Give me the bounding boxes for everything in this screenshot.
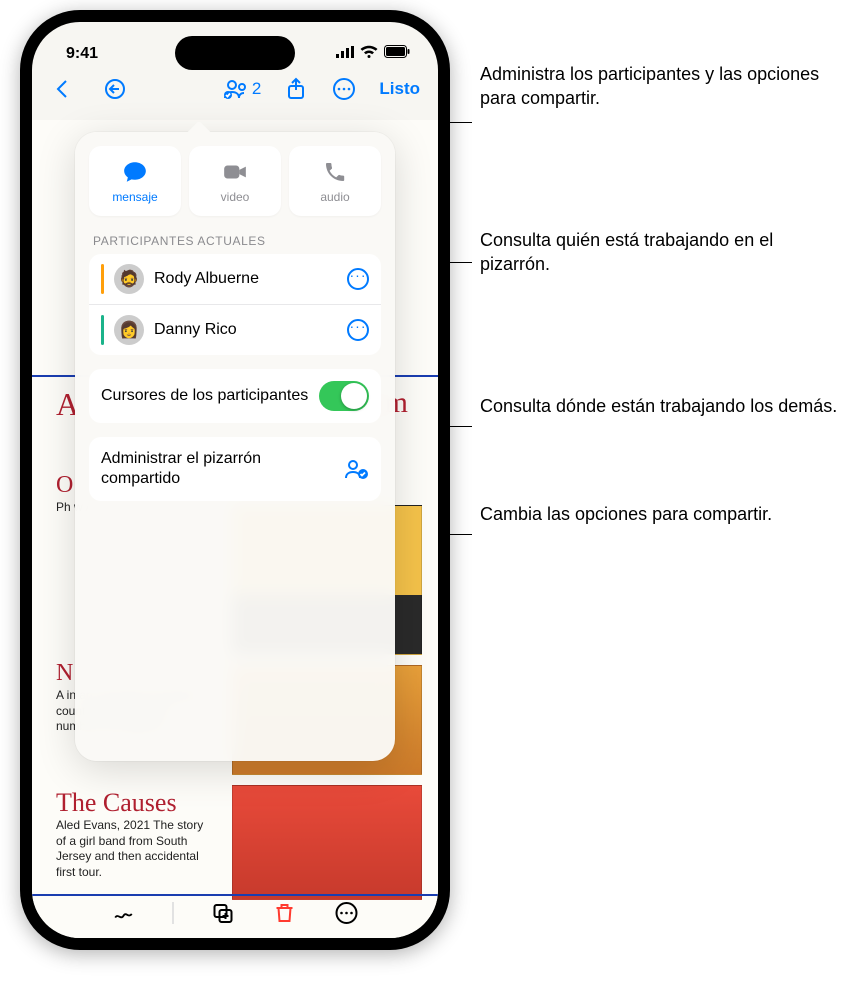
participant-more-button[interactable]: ··· — [347, 319, 369, 341]
audio-label: audio — [320, 190, 349, 204]
participant-row[interactable]: 🧔 Rody Albuerne ··· — [89, 254, 381, 304]
collaboration-icon — [343, 456, 369, 482]
dynamic-island — [175, 36, 295, 70]
toolbar-divider — [173, 902, 174, 924]
manage-label: Administrar el pizarrón compartido — [101, 449, 333, 489]
participants-button[interactable]: 2 — [223, 78, 261, 100]
message-label: mensaje — [112, 190, 157, 204]
video-icon — [221, 158, 249, 186]
more-button[interactable] — [331, 76, 357, 102]
participants-list: 🧔 Rody Albuerne ··· 👩 Danny Rico ··· — [89, 254, 381, 355]
top-toolbar: 2 Listo — [32, 72, 438, 120]
message-icon — [121, 158, 149, 186]
audio-button[interactable]: audio — [289, 146, 381, 216]
board-note2-title: N — [56, 660, 73, 687]
cursors-toggle-row[interactable]: Cursores de los participantes — [89, 369, 381, 423]
board-note3-body: Aled Evans, 2021 The story of a girl ban… — [56, 818, 216, 880]
screen: 9:41 — [32, 22, 438, 938]
phone-icon — [321, 158, 349, 186]
battery-icon — [384, 45, 410, 63]
collaboration-popover: mensaje video audio PARTICIPANTES ACTUAL… — [75, 132, 395, 761]
board-divider — [32, 894, 438, 896]
board-note1-title: O — [56, 472, 73, 499]
callout-participants: Consulta quién está trabajando en el piz… — [480, 228, 840, 277]
video-button[interactable]: video — [189, 146, 281, 216]
callout-cursors: Consulta dónde están trabajando los demá… — [480, 394, 837, 418]
message-button[interactable]: mensaje — [89, 146, 181, 216]
back-button[interactable] — [50, 76, 76, 102]
avatar: 👩 — [114, 315, 144, 345]
more-tools-button[interactable] — [334, 900, 360, 926]
wifi-icon — [360, 45, 378, 64]
bottom-toolbar — [111, 900, 360, 926]
cursors-toggle-card: Cursores de los participantes — [89, 369, 381, 423]
video-label: video — [221, 190, 250, 204]
participant-name: Rody Albuerne — [154, 270, 337, 288]
cursors-toggle[interactable] — [319, 381, 369, 411]
participant-name: Danny Rico — [154, 321, 337, 339]
contact-row: mensaje video audio — [89, 146, 381, 216]
iphone-frame: 9:41 — [20, 10, 450, 950]
cursor-color-indicator — [101, 264, 104, 294]
participants-section-label: PARTICIPANTES ACTUALES — [93, 234, 377, 248]
board-note3-title: The Causes — [56, 788, 177, 818]
participant-more-button[interactable]: ··· — [347, 268, 369, 290]
manage-board-button[interactable]: Administrar el pizarrón compartido — [89, 437, 381, 501]
duplicate-button[interactable] — [210, 900, 236, 926]
avatar: 🧔 — [114, 264, 144, 294]
cursors-label: Cursores de los participantes — [101, 386, 309, 406]
share-button[interactable] — [283, 76, 309, 102]
callout-share-options: Cambia las opciones para compartir. — [480, 502, 772, 526]
manage-board-card: Administrar el pizarrón compartido — [89, 437, 381, 501]
delete-button[interactable] — [272, 900, 298, 926]
board-image-3 — [232, 785, 422, 900]
status-time: 9:41 — [66, 45, 98, 63]
participant-row[interactable]: 👩 Danny Rico ··· — [89, 304, 381, 355]
callout-manage: Administra los participantes y las opcio… — [480, 62, 840, 111]
participant-count: 2 — [252, 79, 261, 99]
draw-tool-button[interactable] — [111, 900, 137, 926]
cursor-color-indicator — [101, 315, 104, 345]
undo-button[interactable] — [102, 76, 128, 102]
done-button[interactable]: Listo — [379, 79, 420, 99]
cellular-icon — [336, 45, 354, 63]
